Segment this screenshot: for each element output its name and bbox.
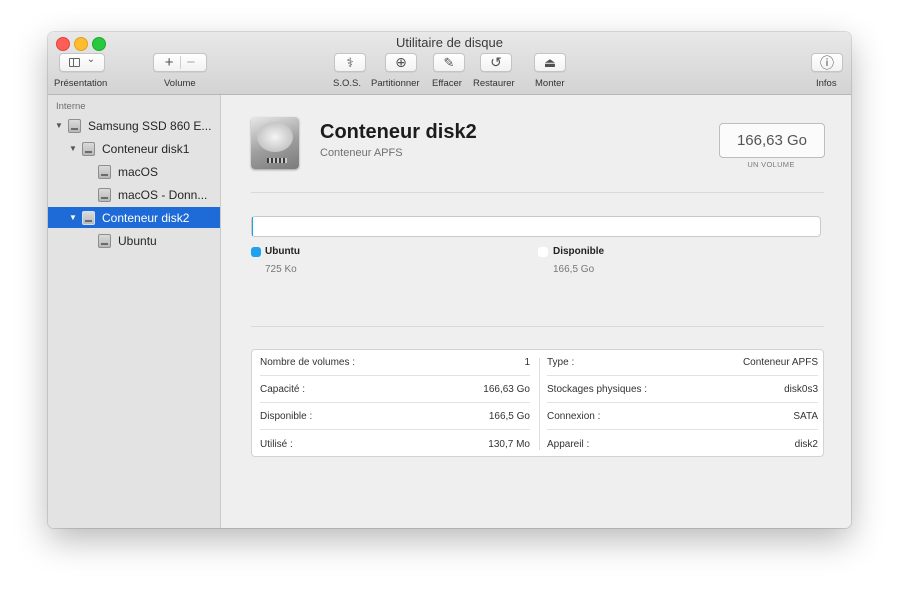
divider-top — [251, 192, 824, 193]
toolbar: Utilitaire de disque ⌄ Présentation + − … — [48, 32, 851, 95]
info-row: Utilisé : 130,7 Mo — [260, 431, 530, 457]
info-column-divider — [539, 358, 540, 450]
chevron-down-icon: ⌄ — [86, 54, 96, 65]
volume-segmented-control: + − — [153, 53, 207, 72]
segment-divider — [179, 56, 181, 69]
info-column-right: Type : Conteneur APFS Stockages physiques … — [547, 350, 818, 458]
info-label: Infos — [816, 78, 837, 89]
sidebar-section-internal: Interne — [56, 101, 86, 112]
presentation-button[interactable]: ⌄ — [59, 53, 105, 72]
sidebar-item[interactable]: macOS - Donn... — [48, 184, 220, 205]
add-volume-button[interactable]: + — [165, 54, 174, 71]
disk-icon — [98, 233, 111, 248]
info-button[interactable]: ⓘ — [811, 53, 843, 72]
container-size: 166,63 Go — [719, 123, 825, 158]
sidebar-item-label: macOS — [118, 164, 159, 179]
window-title: Utilitaire de disque — [396, 35, 503, 50]
usage-bar — [251, 216, 821, 237]
info-row: Stockages physiques : disk0s3 — [547, 377, 818, 403]
info-label: Appareil : — [547, 438, 590, 450]
info-value: 166,5 Go — [488, 411, 530, 422]
info-value: 1 — [524, 357, 530, 368]
sidebar-item-label: Conteneur disk2 — [102, 210, 190, 225]
info-value: 166,63 Go — [483, 384, 530, 395]
usage-bar-ubuntu-segment — [252, 217, 253, 236]
container-title: Conteneur disk2 — [320, 121, 477, 143]
sidebar-item[interactable]: ▼ Conteneur disk2 — [48, 207, 220, 228]
remove-volume-button[interactable]: − — [187, 54, 196, 71]
legend-name-ubuntu: Ubuntu — [265, 246, 300, 257]
main-content: Conteneur disk2 Conteneur APFS 166,63 Go… — [221, 95, 851, 528]
restore-icon: ↺ — [490, 54, 502, 70]
presentation-label: Présentation — [54, 78, 108, 89]
info-row: Connexion : SATA — [547, 404, 818, 430]
sos-label: S.O.S. — [333, 78, 361, 89]
sidebar-item-label: Samsung SSD 860 E... — [88, 118, 212, 133]
info-row: Appareil : disk2 — [547, 431, 818, 457]
legend-value-ubuntu: 725 Ko — [265, 264, 297, 275]
sidebar: Interne ▼ Samsung SSD 860 E... ▼ Conteneur … — [48, 95, 221, 528]
disk-icon — [82, 210, 95, 225]
partition-label: Partitionner — [371, 78, 420, 89]
divider-middle — [251, 326, 824, 327]
volume-label: Volume — [164, 78, 196, 89]
stethoscope-icon: ⚕ — [346, 54, 354, 70]
info-label: Disponible : — [260, 411, 313, 422]
container-subtitle: Conteneur APFS — [320, 147, 403, 159]
size-caption: UN VOLUME — [747, 160, 795, 169]
info-row: Nombre de volumes : 1 — [260, 350, 530, 376]
partition-button[interactable]: ⊕ — [385, 53, 417, 72]
disclosure-triangle-icon[interactable]: ▼ — [54, 121, 64, 130]
sidebar-item-label: macOS - Donn... — [118, 187, 208, 202]
info-label: Connexion : — [547, 411, 601, 422]
erase-icon: ✎ — [443, 54, 455, 70]
info-value: disk0s3 — [784, 384, 818, 395]
mount-button[interactable]: ⏏ — [534, 53, 566, 72]
info-label: Capacité : — [260, 384, 306, 395]
info-label: Utilisé : — [260, 438, 293, 450]
disclosure-triangle-icon[interactable]: ▼ — [68, 144, 78, 153]
disk-icon — [98, 187, 111, 202]
info-column-left: Nombre de volumes : 1 Capacité : 166,63 Go D… — [260, 350, 530, 458]
erase-button[interactable]: ✎ — [433, 53, 465, 72]
sidebar-item[interactable]: ▼ Samsung SSD 860 E... — [48, 115, 220, 136]
disk-icon — [82, 141, 95, 156]
info-value: SATA — [793, 411, 818, 422]
sidebar-toggle-icon — [68, 58, 80, 67]
info-value: disk2 — [794, 438, 818, 450]
disk-utility-window: Utilitaire de disque ⌄ Présentation + − … — [48, 32, 851, 528]
restore-label: Restaurer — [473, 78, 515, 89]
legend-swatch-ubuntu — [251, 247, 261, 257]
legend-value-available: 166,5 Go — [553, 264, 595, 275]
erase-label: Effacer — [432, 78, 462, 89]
sidebar-item-label: Conteneur disk1 — [102, 141, 190, 156]
info-label: Type : — [547, 357, 575, 368]
sidebar-item-label: Ubuntu — [118, 233, 157, 248]
info-row: Type : Conteneur APFS — [547, 350, 818, 376]
disk-icon — [68, 118, 81, 133]
info-icon: ⓘ — [820, 54, 834, 71]
sidebar-item[interactable]: ▼ Conteneur disk1 — [48, 138, 220, 159]
info-row: Disponible : 166,5 Go — [260, 404, 530, 430]
legend-swatch-available — [538, 247, 548, 257]
disk-icon — [98, 164, 111, 179]
mount-label: Monter — [535, 78, 565, 89]
mount-icon: ⏏ — [543, 54, 557, 70]
partition-icon: ⊕ — [395, 54, 407, 70]
sidebar-item[interactable]: Ubuntu — [48, 230, 220, 251]
info-value: Conteneur APFS — [742, 357, 818, 368]
hard-drive-icon — [251, 117, 299, 169]
info-value: 130,7 Mo — [488, 438, 530, 450]
legend-name-available: Disponible — [553, 246, 605, 257]
sos-button[interactable]: ⚕ — [334, 53, 366, 72]
info-label: Nombre de volumes : — [260, 357, 356, 368]
info-row: Capacité : 166,63 Go — [260, 377, 530, 403]
disclosure-triangle-icon[interactable]: ▼ — [68, 213, 78, 222]
restore-button[interactable]: ↺ — [480, 53, 512, 72]
sidebar-item[interactable]: macOS — [48, 161, 220, 182]
info-label: Stockages physiques : — [547, 384, 648, 395]
info-table: Nombre de volumes : 1 Capacité : 166,63 Go D… — [251, 349, 824, 457]
